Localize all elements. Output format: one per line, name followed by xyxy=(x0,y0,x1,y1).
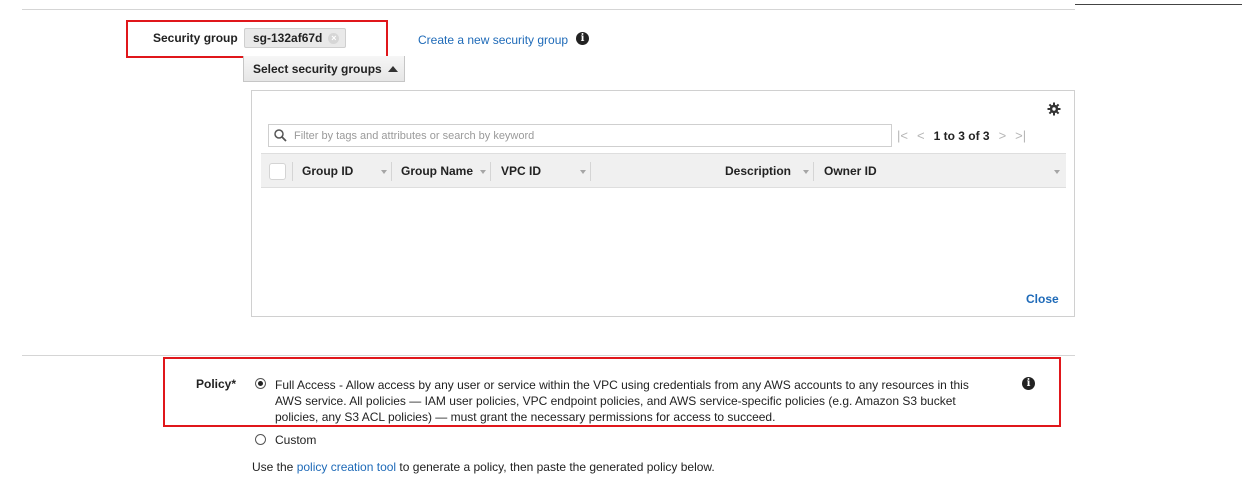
gear-icon[interactable] xyxy=(1047,102,1061,116)
top-divider xyxy=(22,9,1075,10)
filter-input[interactable] xyxy=(292,128,872,143)
select-security-groups-button[interactable]: Select security groups xyxy=(243,56,405,82)
section-divider xyxy=(22,355,1075,356)
full-access-title: Full Access xyxy=(275,378,336,392)
select-all-checkbox[interactable] xyxy=(269,163,286,180)
security-group-chip: sg-132af67d × xyxy=(244,28,347,48)
column-separator xyxy=(813,162,814,181)
full-access-text: - Allow access by any user or service wi… xyxy=(275,378,969,424)
create-security-group-link[interactable]: Create a new security group xyxy=(418,33,568,47)
full-access-description: Full Access - Allow access by any user o… xyxy=(275,377,995,425)
sort-caret-icon[interactable] xyxy=(480,170,486,174)
policy-creation-tool-link[interactable]: policy creation tool xyxy=(297,460,396,474)
next-page-icon[interactable]: > xyxy=(999,128,1007,143)
table-header: Group ID Group Name VPC ID Description O… xyxy=(261,153,1066,188)
column-separator xyxy=(590,162,591,181)
caret-up-icon xyxy=(387,65,398,72)
sort-caret-icon[interactable] xyxy=(381,170,387,174)
policy-tool-suffix: to generate a policy, then paste the gen… xyxy=(396,460,715,474)
policy-tool-prefix: Use the xyxy=(252,460,297,474)
sort-caret-icon[interactable] xyxy=(580,170,586,174)
first-page-icon[interactable]: |< xyxy=(897,128,908,143)
remove-chip-icon[interactable]: × xyxy=(328,32,340,44)
filter-search-box[interactable] xyxy=(268,124,892,147)
column-description[interactable]: Description xyxy=(725,164,791,178)
sort-caret-icon[interactable] xyxy=(1054,170,1060,174)
close-link[interactable]: Close xyxy=(1026,292,1059,306)
pagination: |< < 1 to 3 of 3 > >| xyxy=(897,124,1065,147)
sort-caret-icon[interactable] xyxy=(803,170,809,174)
security-group-label: Security group xyxy=(153,31,238,45)
prev-page-icon[interactable]: < xyxy=(917,128,925,143)
info-icon[interactable]: i xyxy=(1022,377,1035,390)
column-vpc-id[interactable]: VPC ID xyxy=(501,164,541,178)
column-group-name[interactable]: Group Name xyxy=(401,164,473,178)
last-page-icon[interactable]: >| xyxy=(1015,128,1026,143)
column-group-id[interactable]: Group ID xyxy=(302,164,353,178)
search-icon xyxy=(274,129,287,142)
column-separator xyxy=(391,162,392,181)
top-divider-right xyxy=(1075,4,1242,5)
column-separator xyxy=(490,162,491,181)
select-security-groups-label: Select security groups xyxy=(253,61,382,76)
policy-tool-hint: Use the policy creation tool to generate… xyxy=(252,460,715,474)
policy-label: Policy* xyxy=(196,377,237,391)
info-icon[interactable]: i xyxy=(576,32,589,45)
column-separator xyxy=(292,162,293,181)
security-group-chip-value: sg-132af67d xyxy=(253,31,323,45)
column-owner-id[interactable]: Owner ID xyxy=(824,164,877,178)
custom-label: Custom xyxy=(275,433,317,447)
custom-radio[interactable] xyxy=(255,434,266,445)
pagination-count: 1 to 3 of 3 xyxy=(933,128,990,143)
full-access-radio[interactable] xyxy=(255,378,266,389)
